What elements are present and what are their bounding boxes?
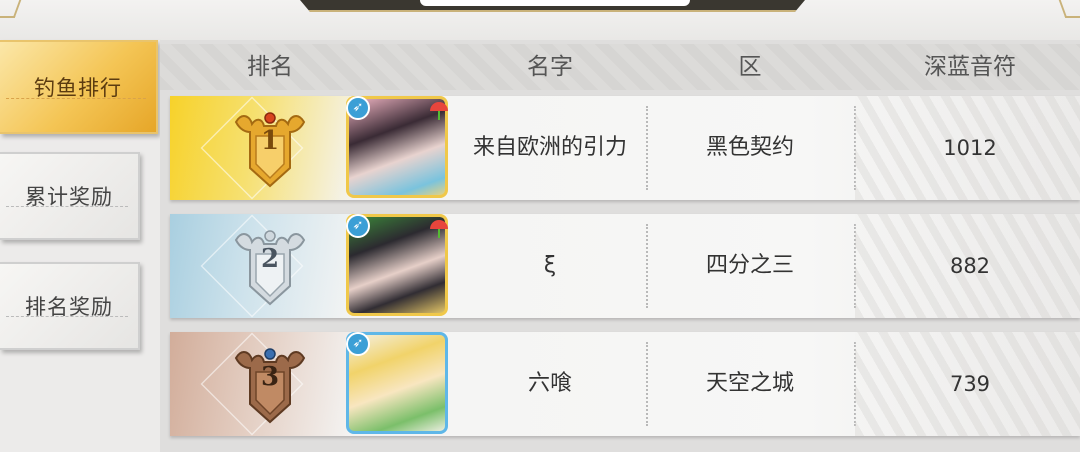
- tab-ranking-rewards[interactable]: 排名奖励: [0, 262, 140, 350]
- bow-class-icon: ➶: [346, 96, 370, 120]
- rank-number: 3: [260, 362, 280, 392]
- table-header: 排名 名字 区 深蓝音符: [160, 44, 1080, 90]
- column-divider: [646, 106, 648, 190]
- table-row[interactable]: 3 ➶ 六喰 天空之城 739: [170, 332, 1080, 436]
- header-name: 名字: [527, 54, 573, 80]
- bow-class-icon: ➶: [346, 332, 370, 356]
- player-zone: 四分之三: [705, 253, 794, 278]
- tab-fishing-ranking[interactable]: 钓鱼排行: [0, 40, 158, 134]
- column-divider: [646, 342, 648, 426]
- player-name: 来自欧洲的引力: [472, 135, 627, 160]
- tab-label: 累计奖励: [25, 185, 113, 209]
- rank-number: 2: [260, 244, 280, 274]
- player-zone: 黑色契约: [705, 135, 794, 160]
- bow-class-icon: ➶: [346, 214, 370, 238]
- header-score: 深蓝音符: [924, 54, 1016, 80]
- player-zone: 天空之城: [705, 371, 794, 396]
- header-rank: 排名: [247, 54, 293, 80]
- tab-label: 排名奖励: [25, 295, 113, 319]
- tab-cumulative-rewards[interactable]: 累计奖励: [0, 152, 140, 240]
- player-name: ξ: [543, 253, 557, 278]
- column-divider: [646, 224, 648, 308]
- player-score: 1012: [943, 136, 997, 160]
- player-score: 882: [949, 254, 991, 278]
- parasol-icon: [430, 102, 448, 120]
- rank-number: 1: [260, 126, 280, 156]
- parasol-icon: [430, 220, 448, 238]
- tab-label: 钓鱼排行: [34, 76, 122, 100]
- top-banner-highlight: [420, 0, 690, 6]
- player-name: 六喰: [527, 371, 572, 396]
- table-row[interactable]: 2 ➶ ξ 四分之三 882: [170, 214, 1080, 318]
- player-score: 739: [949, 372, 991, 396]
- table-row[interactable]: 1 ➶ 来自欧洲的引力 黑色契约 1012: [170, 96, 1080, 200]
- header-zone: 区: [738, 54, 762, 80]
